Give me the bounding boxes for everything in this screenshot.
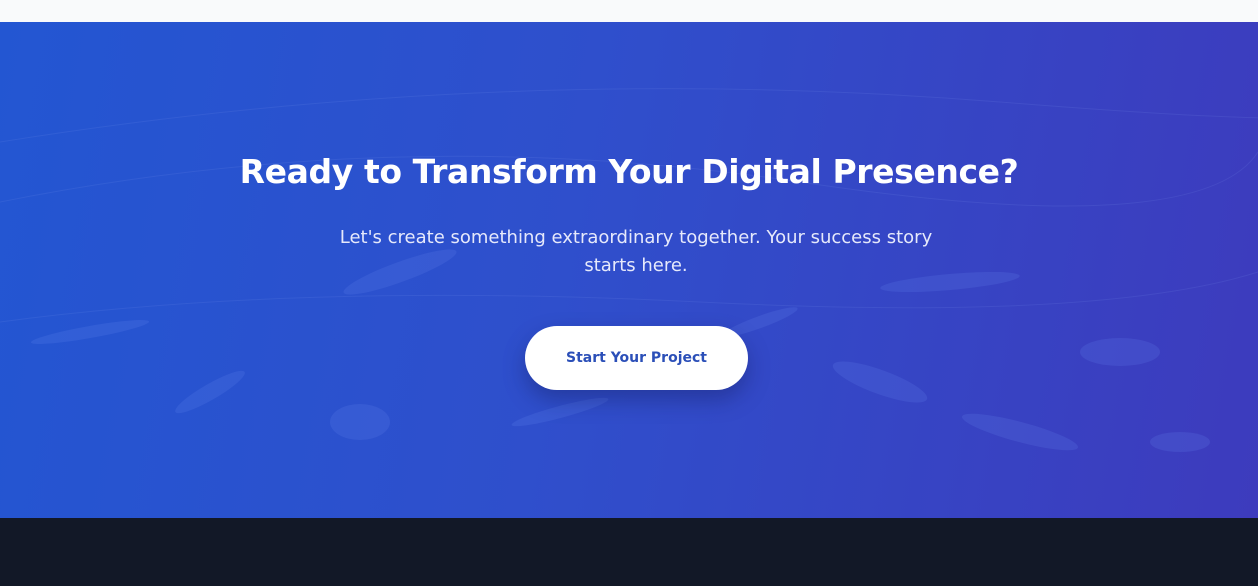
start-project-button[interactable]: Start Your Project — [525, 326, 748, 390]
cta-title: Ready to Transform Your Digital Presence… — [239, 152, 1019, 191]
cta-section: Ready to Transform Your Digital Presence… — [0, 22, 1258, 518]
top-page-strip — [0, 0, 1258, 22]
cta-subtitle: Let's create something extraordinary tog… — [339, 227, 933, 276]
cta-content: Ready to Transform Your Digital Presence… — [0, 22, 1258, 518]
footer — [0, 518, 1258, 586]
